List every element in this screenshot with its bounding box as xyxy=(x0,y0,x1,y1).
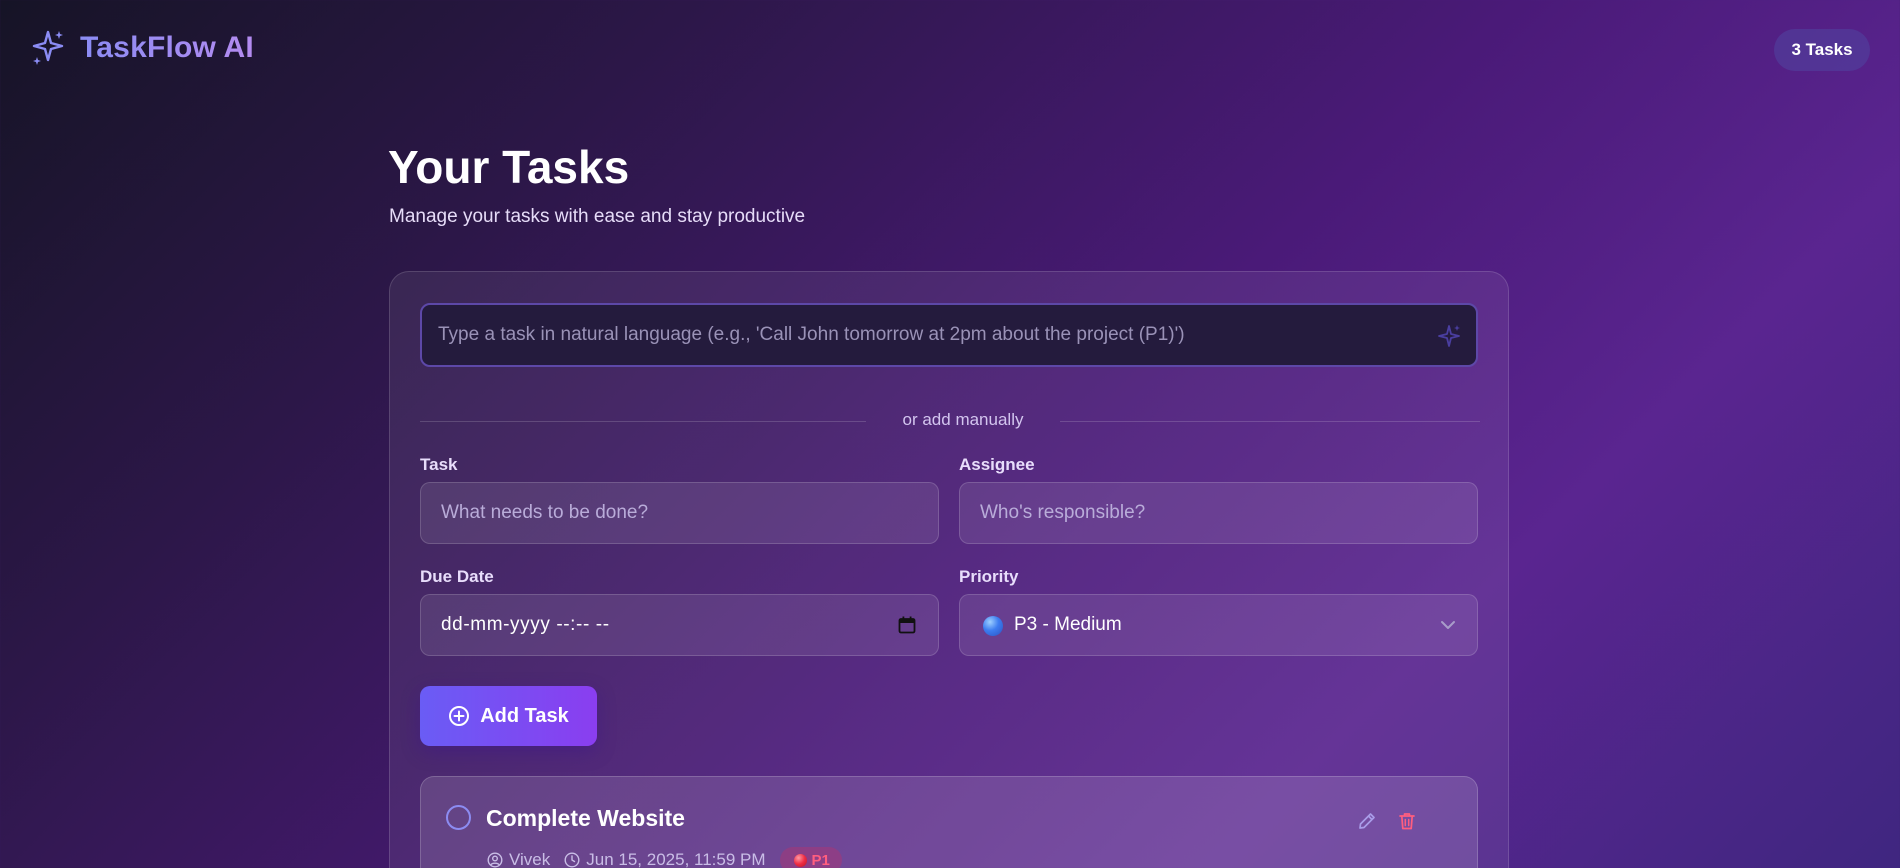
priority-badge: P1 xyxy=(779,847,842,868)
priority-label: Priority xyxy=(959,567,1019,586)
task-label: Task xyxy=(420,455,458,474)
add-task-button[interactable]: Add Task xyxy=(420,686,597,746)
task-meta: Vivek Jun 15, 2025, 11:59 PM P1 xyxy=(487,847,842,868)
task-due: Jun 15, 2025, 11:59 PM xyxy=(564,850,766,868)
priority-dot xyxy=(793,853,807,867)
priority-select[interactable]: P3 - Medium xyxy=(959,594,1478,656)
user-circle-icon xyxy=(487,852,503,868)
calendar-icon[interactable] xyxy=(898,616,916,634)
natural-language-input[interactable] xyxy=(422,305,1476,365)
chevron-down-icon xyxy=(1441,621,1455,629)
task-assignee-name: Vivek xyxy=(509,850,551,868)
due-date-label: Due Date xyxy=(420,567,494,586)
assignee-label: Assignee xyxy=(959,455,1035,474)
divider-line xyxy=(1060,421,1480,422)
divider: or add manually xyxy=(420,410,1480,432)
task-title: Complete Website xyxy=(486,805,685,831)
task-card: or add manually Task Assignee Due Date d… xyxy=(389,271,1509,868)
sparkles-icon xyxy=(1438,325,1460,347)
edit-icon[interactable] xyxy=(1357,811,1377,831)
add-task-button-label: Add Task xyxy=(480,704,569,727)
page-title: Your Tasks xyxy=(388,141,630,193)
natural-language-input-wrapper xyxy=(420,303,1478,367)
task-complete-checkbox[interactable] xyxy=(446,805,471,830)
priority-dot xyxy=(983,616,1003,636)
priority-value: P3 - Medium xyxy=(1014,614,1122,635)
assignee-field-wrapper xyxy=(959,482,1478,544)
sparkles-icon xyxy=(32,30,64,65)
brand-name: TaskFlow AI xyxy=(80,31,254,64)
task-item: Complete Website Vivek Jun 15, 2025, 11:… xyxy=(420,776,1478,868)
due-date-value: dd-mm-yyyy --:-- -- xyxy=(441,614,610,635)
page-subtitle: Manage your tasks with ease and stay pro… xyxy=(389,206,806,227)
plus-circle-icon xyxy=(449,706,470,726)
due-date-input[interactable]: dd-mm-yyyy --:-- -- xyxy=(420,594,939,656)
app-header: TaskFlow AI 3 Tasks xyxy=(0,0,1900,100)
brand[interactable]: TaskFlow AI xyxy=(30,28,254,68)
task-due-date: Jun 15, 2025, 11:59 PM xyxy=(586,850,766,868)
divider-line xyxy=(420,421,866,422)
divider-text: or add manually xyxy=(902,410,1024,429)
clock-icon xyxy=(564,852,580,868)
task-count-badge: 3 Tasks xyxy=(1774,29,1870,71)
priority-badge-label: P1 xyxy=(811,851,830,868)
task-input[interactable] xyxy=(421,483,938,543)
task-field-wrapper xyxy=(420,482,939,544)
trash-icon[interactable] xyxy=(1397,811,1417,831)
assignee-input[interactable] xyxy=(960,483,1477,543)
task-assignee: Vivek xyxy=(487,850,550,868)
